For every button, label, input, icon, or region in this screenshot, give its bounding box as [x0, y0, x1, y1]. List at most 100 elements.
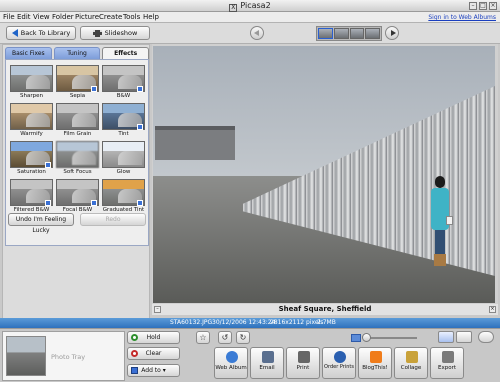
person-head [435, 176, 445, 188]
web-album-icon [226, 351, 238, 363]
minimize-icon[interactable]: – [469, 2, 477, 10]
effect-bw[interactable]: B&W [102, 65, 145, 101]
single-view-button[interactable] [438, 331, 454, 343]
color-wheel-icon[interactable] [478, 331, 494, 343]
menu-folder[interactable]: Folder [52, 13, 74, 21]
effect-label: Sharpen [20, 93, 43, 99]
clear-button[interactable]: Clear [127, 347, 180, 360]
window-title-area: X Picasa2 [0, 1, 500, 12]
slideshow-button[interactable]: Slideshow [80, 26, 150, 40]
back-to-library-label: Back To Library [20, 29, 71, 37]
undo-feeling-lucky-button[interactable]: Undo I'm Feeling Lucky [8, 213, 74, 234]
rotate-right-button[interactable]: ↻ [236, 331, 250, 344]
effect-warmify[interactable]: Warmify [10, 103, 53, 139]
order-prints-button[interactable]: Order Prints [322, 347, 356, 379]
photo-info-bar: STA60132.JPG 30/12/2006 12:43:24 2816x21… [0, 318, 500, 328]
photo-tray-label: Photo Tray [51, 353, 86, 361]
tab-basic-fixes[interactable]: Basic Fixes [5, 47, 52, 59]
tab-effects[interactable]: Effects [102, 47, 150, 59]
effect-graduated-tint[interactable]: Graduated Tint [102, 179, 145, 215]
order-prints-label: Order Prints [324, 364, 354, 370]
applied-badge-icon [91, 86, 97, 92]
filmstrip-thumb[interactable] [349, 28, 365, 39]
export-button[interactable]: Export [430, 347, 464, 379]
web-album-button[interactable]: Web Album [214, 347, 248, 379]
print-button[interactable]: Print [286, 347, 320, 379]
blogthis-icon [370, 351, 382, 363]
effect-sharpen[interactable]: Sharpen [10, 65, 53, 101]
redo-button[interactable]: Redo [80, 213, 146, 226]
zoom-slider-knob[interactable] [362, 333, 371, 342]
info-filename: STA60132.JPG [170, 319, 213, 326]
glow-effect-thumb [102, 141, 145, 168]
hold-icon [131, 334, 138, 341]
hold-button[interactable]: Hold [127, 331, 180, 344]
add-to-button[interactable]: Add to ▾ [127, 364, 180, 377]
back-to-library-button[interactable]: Back To Library [6, 26, 76, 40]
tab-tuning[interactable]: Tuning [53, 47, 101, 59]
caption-delete-icon[interactable]: × [489, 306, 496, 313]
applied-badge-icon [137, 124, 143, 130]
effect-glow[interactable]: Glow [102, 141, 145, 177]
caption-edit-icon[interactable]: – [154, 306, 161, 313]
effect-label: Soft Focus [63, 169, 92, 175]
effect-sepia[interactable]: Sepia [56, 65, 99, 101]
effect-saturation[interactable]: Saturation [10, 141, 53, 177]
clear-icon [131, 350, 138, 357]
rotate-left-icon: ↺ [221, 333, 229, 342]
email-button[interactable]: Email [250, 347, 284, 379]
window-title: Picasa2 [240, 1, 271, 10]
applied-badge-icon [137, 86, 143, 92]
star-button[interactable]: ☆ [196, 331, 210, 344]
filmstrip-thumb[interactable] [365, 28, 380, 39]
close-icon[interactable]: × [489, 2, 497, 10]
zoom-slider[interactable] [362, 333, 417, 342]
menu-view[interactable]: View [33, 13, 50, 21]
effect-label: Glow [116, 169, 131, 175]
collage-icon [406, 351, 418, 363]
info-dimensions: 2816x2112 pixels [270, 319, 324, 326]
film-grain-effect-thumb [56, 103, 99, 130]
zoom-photo-icon [351, 334, 361, 342]
menu-tools[interactable]: Tools [123, 13, 140, 21]
soft-focus-effect-thumb [56, 141, 99, 168]
photo-caption[interactable]: Sheaf Square, Sheffield [152, 304, 498, 315]
rotate-left-button[interactable]: ↺ [218, 331, 232, 344]
collage-label: Collage [400, 365, 422, 371]
maximize-icon[interactable]: □ [479, 2, 487, 10]
previous-photo-button[interactable] [250, 26, 264, 40]
rotate-right-icon: ↻ [239, 333, 247, 342]
sign-in-link[interactable]: Sign in to Web Albums [428, 14, 496, 21]
effect-soft-focus[interactable]: Soft Focus [56, 141, 99, 177]
menu-help[interactable]: Help [143, 13, 159, 21]
filmstrip-thumb[interactable] [318, 28, 333, 39]
effect-film-grain[interactable]: Film Grain [56, 103, 99, 139]
effect-tint[interactable]: Tint [102, 103, 145, 139]
edit-panel: Basic Fixes Tuning Effects Sharpen Sepia… [2, 44, 150, 319]
effect-label: B&W [116, 93, 131, 99]
compare-view-button[interactable] [456, 331, 472, 343]
effect-label: Tint [118, 131, 129, 137]
effect-focal-bw[interactable]: Focal B&W [56, 179, 99, 215]
photo-viewer [152, 44, 498, 314]
window-controls: – □ × [469, 2, 497, 10]
next-photo-button[interactable] [385, 26, 399, 40]
export-icon [442, 351, 454, 363]
photo-person [429, 176, 453, 266]
tray-thumbnail[interactable] [6, 336, 46, 376]
collage-button[interactable]: Collage [394, 347, 428, 379]
filmstrip-thumb[interactable] [333, 28, 349, 39]
warmify-effect-thumb [10, 103, 53, 130]
menu-edit[interactable]: Edit [17, 13, 31, 21]
applied-badge-icon [45, 162, 51, 168]
menu-create[interactable]: Create [99, 13, 122, 21]
blogthis-label: BlogThis! [362, 365, 388, 371]
print-label: Print [296, 365, 310, 371]
main-photo[interactable] [153, 46, 495, 303]
blogthis-button[interactable]: BlogThis! [358, 347, 392, 379]
menu-file[interactable]: File [3, 13, 15, 21]
effect-filtered-bw[interactable]: Filtered B&W [10, 179, 53, 215]
back-arrow-icon [11, 29, 18, 37]
menu-picture[interactable]: Picture [75, 13, 99, 21]
app-icon: X [229, 4, 238, 12]
